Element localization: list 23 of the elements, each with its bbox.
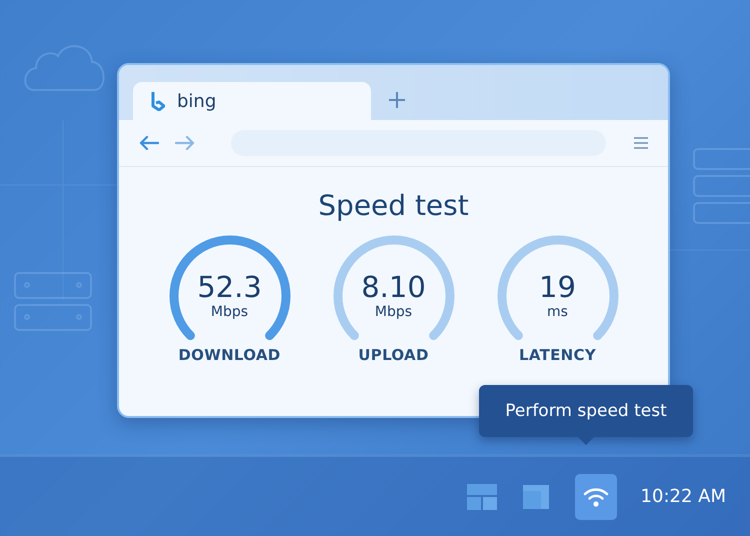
tooltip-text: Perform speed test <box>505 401 667 421</box>
browser-tab[interactable]: bing <box>133 82 371 120</box>
b-logo-icon <box>151 91 165 111</box>
gauge-unit: Mbps <box>374 304 412 320</box>
menu-icon[interactable] <box>634 137 648 149</box>
plus-icon[interactable] <box>389 92 405 108</box>
page-title: Speed test <box>318 189 469 222</box>
tiles-icon[interactable] <box>466 484 497 510</box>
gauge-value: 8.10 <box>361 272 426 304</box>
gauge-label: UPLOAD <box>358 346 429 364</box>
wifi-icon[interactable] <box>574 474 617 520</box>
server-icon <box>693 148 750 224</box>
server-icon <box>14 272 92 332</box>
back-arrow-icon[interactable] <box>139 135 159 151</box>
window-icon[interactable] <box>522 484 549 508</box>
gauge-value: 52.3 <box>197 272 262 304</box>
gauge-label: DOWNLOAD <box>178 346 281 364</box>
clock: 10:22 AM <box>640 486 726 507</box>
gauge-value: 19 <box>539 272 576 304</box>
forward-arrow-icon[interactable] <box>175 135 195 151</box>
gauge-unit: ms <box>547 304 568 320</box>
gauge-unit: Mbps <box>210 304 248 320</box>
gauge-label: LATENCY <box>518 346 596 364</box>
